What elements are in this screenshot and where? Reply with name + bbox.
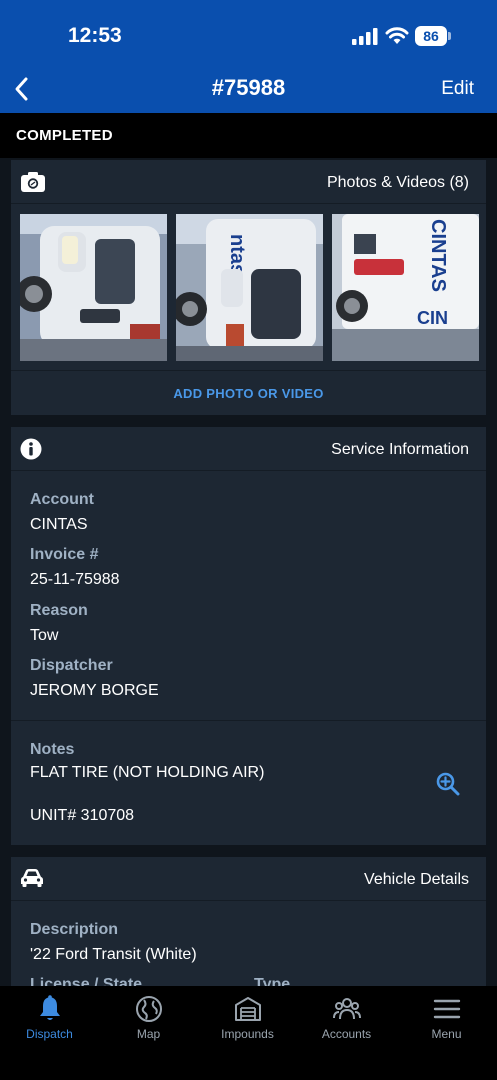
add-photo-button[interactable]: ADD PHOTO OR VIDEO	[11, 386, 486, 401]
notes-line-2: UNIT# 310708	[30, 807, 135, 824]
zoom-in-icon[interactable]	[436, 772, 460, 796]
invoice-value: 25-11-75988	[30, 571, 120, 588]
job-status-label: COMPLETED	[16, 127, 113, 144]
people-icon	[333, 998, 361, 1020]
photos-card-header: Photos & Videos (8)	[11, 160, 486, 204]
garage-icon	[235, 997, 261, 1021]
notes-line-1: FLAT TIRE (NOT HOLDING AIR)	[30, 764, 265, 781]
status-time: 12:53	[68, 24, 122, 47]
camera-icon	[21, 172, 45, 192]
photos-card-title: Photos & Videos (8)	[326, 174, 469, 191]
tab-menu-label: Menu	[431, 1027, 462, 1041]
svg-text:CINTAS: CINTAS	[427, 219, 449, 292]
service-card-title: Service Information	[331, 441, 469, 458]
tab-dispatch[interactable]: Dispatch	[0, 986, 99, 1080]
tab-menu[interactable]: Menu	[397, 986, 496, 1080]
vehicle-card-header: Vehicle Details	[11, 857, 486, 901]
account-label: Account	[30, 491, 94, 508]
type-label: Type	[254, 976, 291, 986]
reason-value: Tow	[30, 627, 59, 644]
service-card-header: Service Information	[11, 427, 486, 471]
svg-text:ntas: ntas	[226, 234, 248, 275]
tab-map[interactable]: Map	[99, 986, 198, 1080]
invoice-label: Invoice #	[30, 546, 99, 563]
account-value: CINTAS	[30, 516, 88, 533]
app-header: 12:53 86 #75988 Edit	[0, 0, 497, 113]
svg-text:CIN: CIN	[417, 308, 448, 328]
car-icon	[21, 869, 43, 887]
dispatcher-label: Dispatcher	[30, 657, 113, 674]
page-title: #75988	[211, 75, 286, 100]
edit-button[interactable]: Edit	[441, 78, 474, 100]
dispatcher-value: JEROMY BORGE	[30, 682, 159, 699]
description-value: '22 Ford Transit (White)	[30, 946, 197, 963]
photo-thumbnail-2[interactable]: ntas	[176, 214, 323, 361]
description-label: Description	[30, 921, 119, 938]
photo-thumbnail-1[interactable]	[20, 214, 167, 361]
bottom-tab-bar: Dispatch Map Impounds Accounts Menu	[0, 986, 497, 1080]
vehicle-card-title: Vehicle Details	[364, 871, 469, 888]
bell-icon	[40, 995, 60, 1020]
photos-card: Photos & Videos (8) ntas CINTAS CIN ADD …	[11, 160, 486, 415]
wifi-icon	[385, 27, 409, 44]
tab-impounds-label: Impounds	[221, 1027, 274, 1041]
tab-dispatch-label: Dispatch	[26, 1027, 73, 1041]
battery-icon: 86	[415, 26, 451, 46]
photo-thumbnail-3[interactable]: CINTAS CIN	[332, 214, 479, 361]
notes-label: Notes	[30, 741, 75, 758]
hamburger-icon	[433, 999, 461, 1019]
tab-map-label: Map	[136, 1027, 161, 1041]
globe-icon	[136, 996, 162, 1022]
job-status-bar: COMPLETED	[0, 113, 497, 158]
vehicle-details-card: Vehicle Details Description '22 Ford Tra…	[11, 857, 486, 986]
cellular-signal-icon	[352, 28, 378, 45]
tab-impounds[interactable]: Impounds	[198, 986, 297, 1080]
battery-level: 86	[415, 26, 447, 46]
reason-label: Reason	[30, 602, 88, 619]
service-info-card: Service Information Account CINTAS Invoi…	[11, 427, 486, 845]
tab-accounts-label: Accounts	[321, 1027, 372, 1041]
info-icon	[20, 438, 42, 460]
tab-accounts[interactable]: Accounts	[297, 986, 396, 1080]
license-state-label: License / State	[30, 976, 143, 986]
